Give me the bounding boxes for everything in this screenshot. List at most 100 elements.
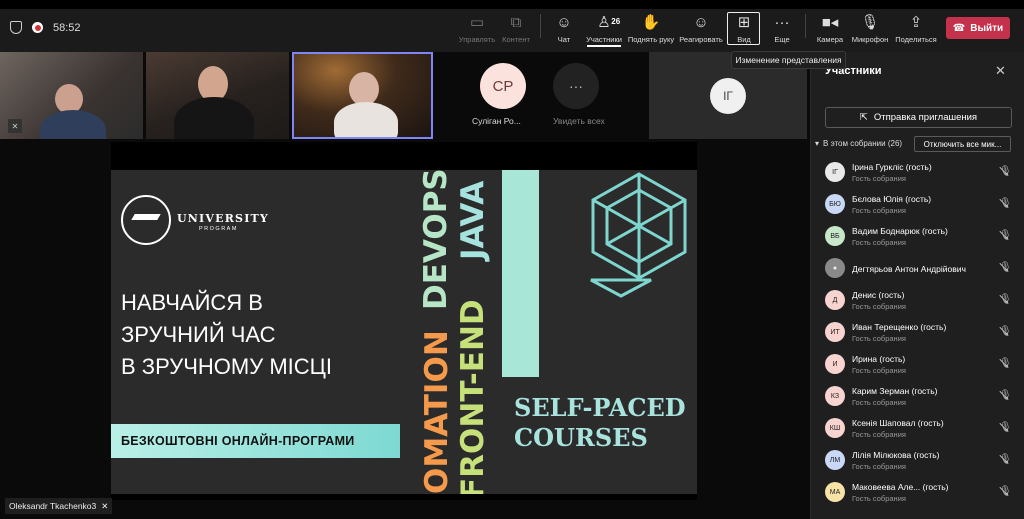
people-icon: ♙ 26 (597, 14, 621, 31)
participant-row[interactable]: И Ирина (гость) Гость собрания 🎙 (811, 348, 1024, 380)
participant-role: Гость собрания (852, 174, 906, 183)
avatar: ИТ (825, 322, 845, 342)
participant-role: Гость собрания (852, 238, 906, 247)
chat-button[interactable]: ☺ Чат (552, 4, 576, 44)
slide-margin (111, 494, 697, 500)
logo-title: UNIVERSITY (177, 212, 269, 225)
participants-count: 26 (611, 17, 621, 26)
participant-video-body (40, 110, 106, 139)
mic-off-icon[interactable]: 🎙 (999, 454, 1012, 465)
participant-role: Гость собрания (852, 462, 906, 471)
see-all-button[interactable]: ··· (553, 63, 599, 109)
manage-icon: ▭ (469, 14, 485, 31)
participant-row[interactable]: КЗ Карим Зерман (гость) Гость собрания 🎙 (811, 380, 1024, 412)
share-icon: ⇪ (909, 14, 923, 31)
mic-off-icon[interactable]: 🎙 (999, 390, 1012, 401)
participant-name: Лілія Мілюкова (гость) (852, 450, 940, 460)
more-icon: ··· (569, 78, 583, 94)
avatar: ВБ (825, 226, 845, 246)
camera-button[interactable]: ■◂ Камера (815, 4, 845, 44)
participant-name: Дегтярьов Антон Андрійович (852, 264, 966, 274)
send-invite-button[interactable]: ⇱ Отправка приглашения (825, 107, 1012, 128)
meeting-timer: 58:52 (53, 21, 81, 34)
participants-button[interactable]: ♙ 26 Участники (585, 4, 623, 47)
chevron-down-icon: ▾ (815, 139, 820, 148)
manage-button[interactable]: ▭ Управлять (458, 4, 496, 44)
see-all-caption: Увидеть всех (553, 116, 605, 126)
participant-role: Гость собрания (852, 494, 906, 503)
avatar: МА (825, 482, 845, 502)
self-paced-text: SELF-PACED COURSES (514, 393, 686, 452)
graduation-cap-logo (121, 195, 171, 245)
share-button[interactable]: ⇪ Поделиться (895, 4, 937, 44)
video-tile-active-speaker[interactable] (292, 52, 433, 139)
java-text: JAVA (455, 180, 491, 260)
chat-icon: ☺ (556, 14, 572, 31)
participant-row[interactable]: ИТ Иван Терещенко (гость) Гость собрания… (811, 316, 1024, 348)
participant-role: Гость собрания (852, 334, 906, 343)
participant-row[interactable]: ІГ Ірина Гуркліс (гость) Гость собрания … (811, 156, 1024, 188)
video-tile[interactable]: ✕ (0, 52, 143, 139)
participant-name: Иван Терещенко (гость) (852, 322, 947, 332)
shared-screen: UNIVERSITY PROGRAM НАВЧАЙСЯ В ЗРУЧНИЙ ЧА… (111, 142, 697, 500)
view-button[interactable]: ⊞ Вид (730, 4, 758, 44)
more-button[interactable]: ··· Еще (768, 4, 796, 44)
decorative-bar (502, 170, 539, 377)
participant-row[interactable]: ВБ Вадим Боднарюк (гость) Гость собрания… (811, 220, 1024, 252)
participant-row[interactable]: МА Маковеева Але... (гость) Гость собран… (811, 476, 1024, 508)
mic-off-icon[interactable]: 🎙 (999, 358, 1012, 369)
mic-off-icon[interactable]: 🎙 (999, 166, 1012, 177)
grid-icon: ⊞ (737, 14, 751, 31)
participants-panel: Участники ✕ ⇱ Отправка приглашения ▾ В э… (810, 52, 1024, 519)
participant-role: Гость собрания (852, 398, 906, 407)
participant-role: Гость собрания (852, 366, 906, 375)
avatar: И (825, 354, 845, 374)
participant-row[interactable]: Д Денис (гость) Гость собрания 🎙 (811, 284, 1024, 316)
participant-name: Карим Зерман (гость) (852, 386, 938, 396)
participant-row[interactable]: БЮ Бєлова Юлія (гость) Гость собрания 🎙 (811, 188, 1024, 220)
free-programs-banner: БЕЗКОШТОВНІ ОНЛАЙН-ПРОГРАМИ (111, 424, 400, 458)
raise-hand-button[interactable]: ✋ Поднять руку (627, 4, 675, 44)
participant-row[interactable]: КШ Ксенія Шаповал (гость) Гость собрания… (811, 412, 1024, 444)
participant-video-body (174, 97, 254, 139)
mic-off-icon[interactable]: 🎙 (999, 230, 1012, 241)
smile-icon: ☺ (693, 14, 709, 31)
participant-name: Ирина (гость) (852, 354, 906, 364)
participant-role: Гость собрания (852, 430, 906, 439)
leave-button[interactable]: ☎ Выйти (946, 17, 1010, 39)
mic-off-icon[interactable]: 🎙 (999, 262, 1012, 273)
participant-list: ІГ Ірина Гуркліс (гость) Гость собрания … (811, 156, 1024, 508)
mic-off-icon[interactable]: 🎙 (999, 422, 1012, 433)
share-link-icon: ⇱ (859, 112, 868, 123)
mic-button[interactable]: 🎙 Микрофон (850, 4, 890, 44)
mic-off-icon[interactable]: 🎙 (999, 326, 1012, 337)
recording-icon (32, 22, 43, 33)
participant-row[interactable]: ЛМ Лілія Мілюкова (гость) Гость собрания… (811, 444, 1024, 476)
mic-off-icon[interactable]: 🎙 (999, 294, 1012, 305)
video-tile[interactable] (146, 52, 289, 139)
avatar: ІГ (825, 162, 845, 182)
hand-icon: ✋ (641, 14, 661, 31)
mic-off-icon[interactable]: 🎙 (999, 198, 1012, 209)
in-meeting-section-toggle[interactable]: ▾ В этом собрании (26) (815, 139, 902, 148)
automation-text: OMATION (419, 330, 455, 494)
participant-role: Гость собрания (852, 206, 906, 215)
participant-avatar[interactable]: СР (480, 63, 526, 109)
phone-hangup-icon: ☎ (952, 22, 966, 34)
mic-off-icon[interactable]: 🎙 (999, 486, 1012, 497)
avatar: КШ (825, 418, 845, 438)
participant-video-body (334, 102, 398, 137)
content-button[interactable]: ⧉ Контент (500, 4, 532, 44)
camera-off-icon: ■◂ (821, 14, 839, 31)
logo-subtitle: PROGRAM (199, 226, 238, 232)
mute-all-button[interactable]: Отключить все мик... (914, 136, 1011, 152)
shield-icon (10, 21, 22, 34)
avatar: Д (825, 290, 845, 310)
participant-name: Вадим Боднарюк (гость) (852, 226, 948, 236)
close-icon[interactable]: ✕ (995, 63, 1006, 79)
participant-row[interactable]: ● Дегтярьов Антон Андрійович 🎙 (811, 252, 1024, 284)
avatar: ● (825, 258, 845, 278)
view-tooltip: Изменение представления (731, 51, 846, 69)
participant-name: Маковеева Але... (гость) (852, 482, 949, 492)
react-button[interactable]: ☺ Реагировать (679, 4, 723, 44)
